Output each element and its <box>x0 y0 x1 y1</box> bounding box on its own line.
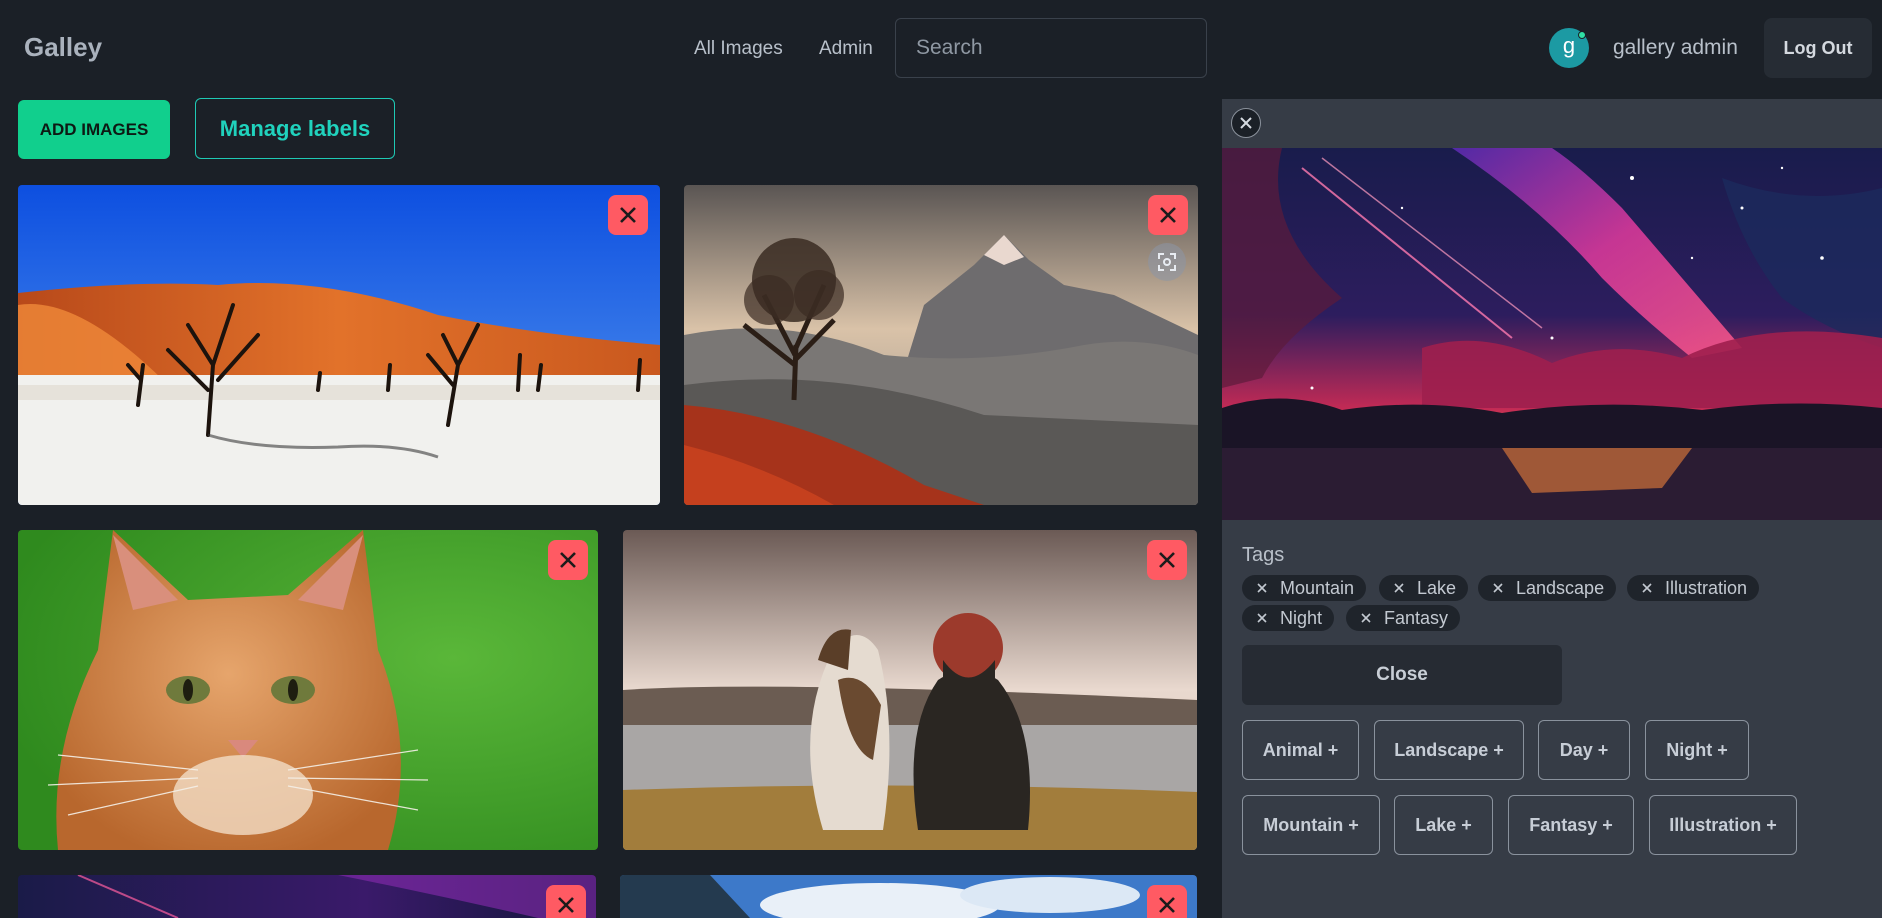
remove-tag-icon[interactable] <box>1256 612 1268 624</box>
gallery-image-desert[interactable] <box>18 185 660 505</box>
delete-image-button[interactable] <box>548 540 588 580</box>
mountain-sky-thumb <box>620 875 1197 918</box>
close-icon <box>1159 897 1175 913</box>
tag-chip-label: Illustration <box>1665 577 1748 598</box>
remove-tag-icon[interactable] <box>1360 612 1372 624</box>
panel-preview-image <box>1222 148 1882 520</box>
search-input[interactable] <box>895 18 1207 78</box>
tag-chip-label: Lake <box>1417 577 1457 598</box>
desert-image <box>18 185 660 505</box>
tags-heading: Tags <box>1242 544 1285 566</box>
tag-chip-landscape: Landscape <box>1478 575 1617 601</box>
mountain-tree-image <box>684 185 1198 505</box>
online-status-dot <box>1578 31 1586 39</box>
cat-image <box>18 530 598 850</box>
delete-image-button[interactable] <box>1148 195 1188 235</box>
gallery-image-fantasy-night[interactable] <box>18 875 596 918</box>
tag-chip-label: Night <box>1280 607 1323 628</box>
remove-tag-icon[interactable] <box>1256 582 1268 594</box>
panel-close-button[interactable] <box>1231 108 1261 138</box>
close-icon <box>1160 207 1176 223</box>
delete-image-button[interactable] <box>1147 540 1187 580</box>
add-tag-day[interactable]: Day + <box>1538 720 1630 780</box>
tag-chip-label: Fantasy <box>1384 607 1449 628</box>
close-icon <box>560 552 576 568</box>
tag-chip-label: Landscape <box>1516 577 1605 598</box>
tag-chip-illustration: Illustration <box>1627 575 1760 601</box>
close-icon <box>1159 552 1175 568</box>
fantasy-night-image <box>1222 148 1882 520</box>
nav-all-images[interactable]: All Images <box>694 38 783 60</box>
remove-tag-icon[interactable] <box>1393 582 1405 594</box>
focus-image-button[interactable] <box>1148 243 1186 281</box>
fantasy-night-thumb <box>18 875 596 918</box>
tag-chip-label: Mountain <box>1280 577 1355 598</box>
logout-button[interactable]: Log Out <box>1764 18 1872 78</box>
remove-tag-icon[interactable] <box>1641 582 1653 594</box>
focus-frame-icon <box>1158 253 1176 271</box>
close-icon <box>558 897 574 913</box>
add-tag-animal[interactable]: Animal + <box>1242 720 1359 780</box>
add-tag-illustration[interactable]: Illustration + <box>1649 795 1797 855</box>
remove-tag-icon[interactable] <box>1492 582 1504 594</box>
gallery-image-dog-woman[interactable] <box>623 530 1197 850</box>
manage-labels-button[interactable]: Manage labels <box>195 98 395 159</box>
add-tag-lake[interactable]: Lake + <box>1394 795 1493 855</box>
dog-woman-image <box>623 530 1197 850</box>
gallery-image-cat[interactable] <box>18 530 598 850</box>
gallery-image-mountain-sky[interactable] <box>620 875 1197 918</box>
tag-chip-lake: Lake <box>1379 575 1469 601</box>
delete-image-button[interactable] <box>546 885 586 918</box>
gallery-image-mountain-tree[interactable] <box>684 185 1198 505</box>
add-tag-mountain[interactable]: Mountain + <box>1242 795 1380 855</box>
nav-admin[interactable]: Admin <box>819 38 873 60</box>
close-icon <box>620 207 636 223</box>
tag-chip-night: Night <box>1242 605 1335 631</box>
close-icon <box>1240 117 1252 129</box>
top-header: Galley All Images Admin g gallery admin … <box>0 0 1882 96</box>
add-images-button[interactable]: ADD IMAGES <box>18 100 170 159</box>
brand-logo[interactable]: Galley <box>24 32 102 63</box>
delete-image-button[interactable] <box>1147 885 1187 918</box>
tag-chip-mountain: Mountain <box>1242 575 1367 601</box>
user-name: gallery admin <box>1613 36 1738 59</box>
add-tag-landscape[interactable]: Landscape + <box>1374 720 1524 780</box>
close-panel-button[interactable]: Close <box>1242 645 1562 705</box>
tag-chip-fantasy: Fantasy <box>1346 605 1461 631</box>
delete-image-button[interactable] <box>608 195 648 235</box>
add-tag-night[interactable]: Night + <box>1645 720 1749 780</box>
add-tag-fantasy[interactable]: Fantasy + <box>1508 795 1634 855</box>
